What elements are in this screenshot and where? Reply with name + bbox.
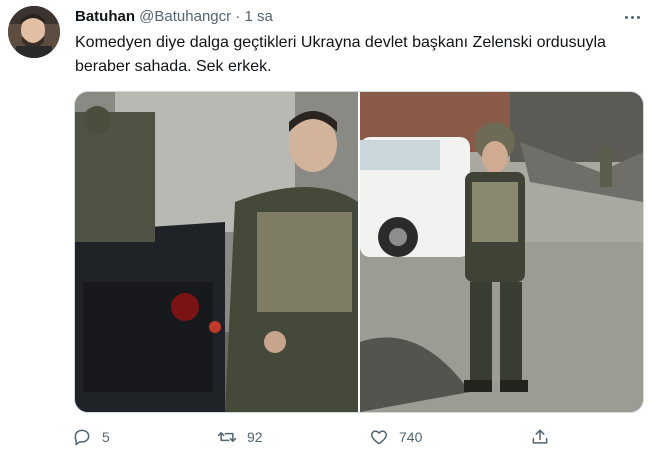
author-name[interactable]: Batuhan	[75, 8, 135, 25]
tweet-header: Batuhan @Batuhangcr · 1 sa	[75, 8, 273, 28]
like-icon	[370, 430, 388, 445]
more-icon[interactable]	[622, 6, 644, 28]
separator-dot: ·	[235, 8, 241, 25]
tweet-text: Komedyen diye dalga geçtikleri Ukrayna d…	[75, 34, 606, 75]
avatar-image	[8, 6, 60, 58]
reply-count: 5	[102, 429, 110, 445]
photo-leader-suv[interactable]	[360, 92, 643, 412]
tweet-timestamp[interactable]: 1 sa	[244, 8, 272, 25]
media-container[interactable]	[74, 91, 644, 413]
reply-button[interactable]: 5	[72, 424, 110, 450]
retweet-count: 92	[247, 429, 263, 445]
reply-icon	[74, 429, 90, 446]
retweet-button[interactable]: 92	[217, 424, 263, 450]
retweet-icon	[217, 432, 237, 442]
share-icon	[532, 429, 548, 444]
like-button[interactable]: 740	[369, 424, 422, 450]
avatar[interactable]	[8, 6, 60, 58]
author-handle[interactable]: @Batuhangcr	[139, 8, 231, 25]
photo-soldiers-vehicle[interactable]	[75, 92, 358, 412]
tweet-actions: 5 92 740	[72, 424, 572, 450]
share-button[interactable]	[530, 424, 550, 450]
like-count: 740	[399, 429, 423, 445]
